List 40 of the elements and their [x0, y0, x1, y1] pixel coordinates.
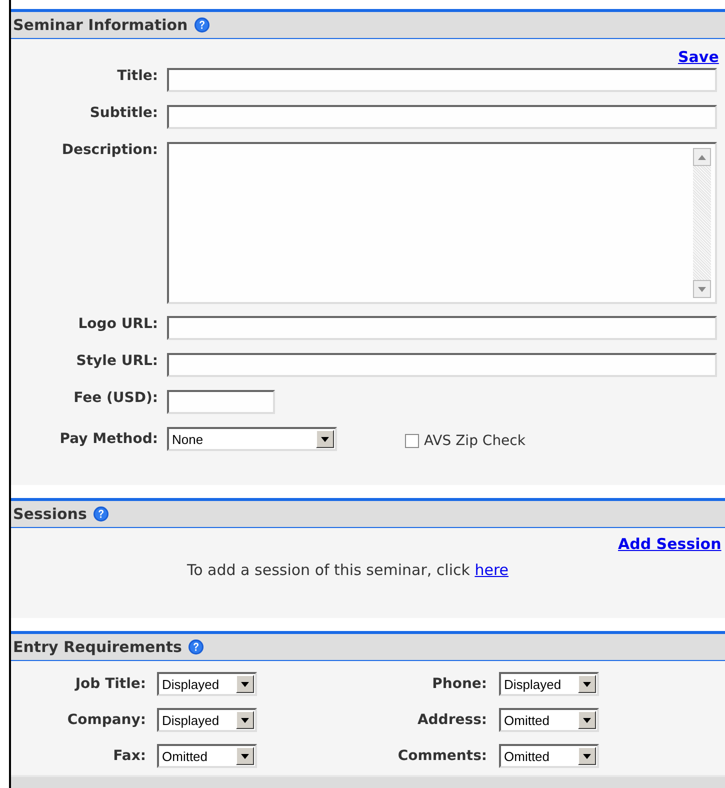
- scrollbar[interactable]: [693, 148, 711, 298]
- input-field[interactable]: [167, 68, 717, 92]
- help-icon[interactable]: [194, 17, 210, 33]
- here-link[interactable]: here: [474, 561, 509, 579]
- section-title: Seminar Information: [13, 16, 188, 34]
- field-label: Description:: [60, 142, 158, 158]
- select-field[interactable]: Displayed: [157, 672, 257, 696]
- section-title: Sessions: [13, 505, 87, 523]
- help-icon[interactable]: [92, 506, 109, 522]
- scroll-down-icon[interactable]: [693, 280, 711, 298]
- input-field[interactable]: [167, 316, 717, 340]
- checkbox[interactable]: [405, 434, 419, 448]
- field-label: Company:: [66, 712, 146, 728]
- field-label: Title:: [116, 68, 158, 84]
- select-field[interactable]: Displayed: [157, 708, 257, 732]
- field-label: Pay Method:: [58, 431, 158, 447]
- select-field[interactable]: Omitted: [157, 744, 257, 768]
- field-label: Job Title:: [74, 676, 146, 692]
- checkbox-label[interactable]: AVS Zip Check: [405, 433, 526, 449]
- help-icon[interactable]: [188, 639, 204, 655]
- scroll-up-icon[interactable]: [693, 148, 711, 166]
- field-label: Address:: [416, 712, 487, 728]
- field-label: Logo URL:: [77, 316, 158, 332]
- save-link[interactable]: Save: [678, 48, 719, 68]
- select-field[interactable]: Omitted: [499, 744, 599, 768]
- input-field[interactable]: [167, 390, 275, 414]
- instruction-text: To add a session of this seminar, click: [187, 561, 470, 579]
- select-field[interactable]: Omitted: [499, 708, 599, 732]
- select-field[interactable]: None: [167, 427, 337, 451]
- field-label: Fee (USD):: [72, 390, 158, 406]
- section-title: Entry Requirements: [13, 638, 182, 656]
- select-field[interactable]: Displayed: [499, 672, 599, 696]
- field-label: Comments:: [396, 748, 487, 764]
- field-label: Fax:: [112, 748, 146, 764]
- input-field[interactable]: [167, 105, 717, 129]
- input-field[interactable]: [167, 353, 717, 377]
- field-label: Phone:: [431, 676, 487, 692]
- field-label: Style URL:: [75, 353, 158, 369]
- add-session-link[interactable]: Add Session: [618, 535, 722, 555]
- field-label: Subtitle:: [88, 105, 158, 121]
